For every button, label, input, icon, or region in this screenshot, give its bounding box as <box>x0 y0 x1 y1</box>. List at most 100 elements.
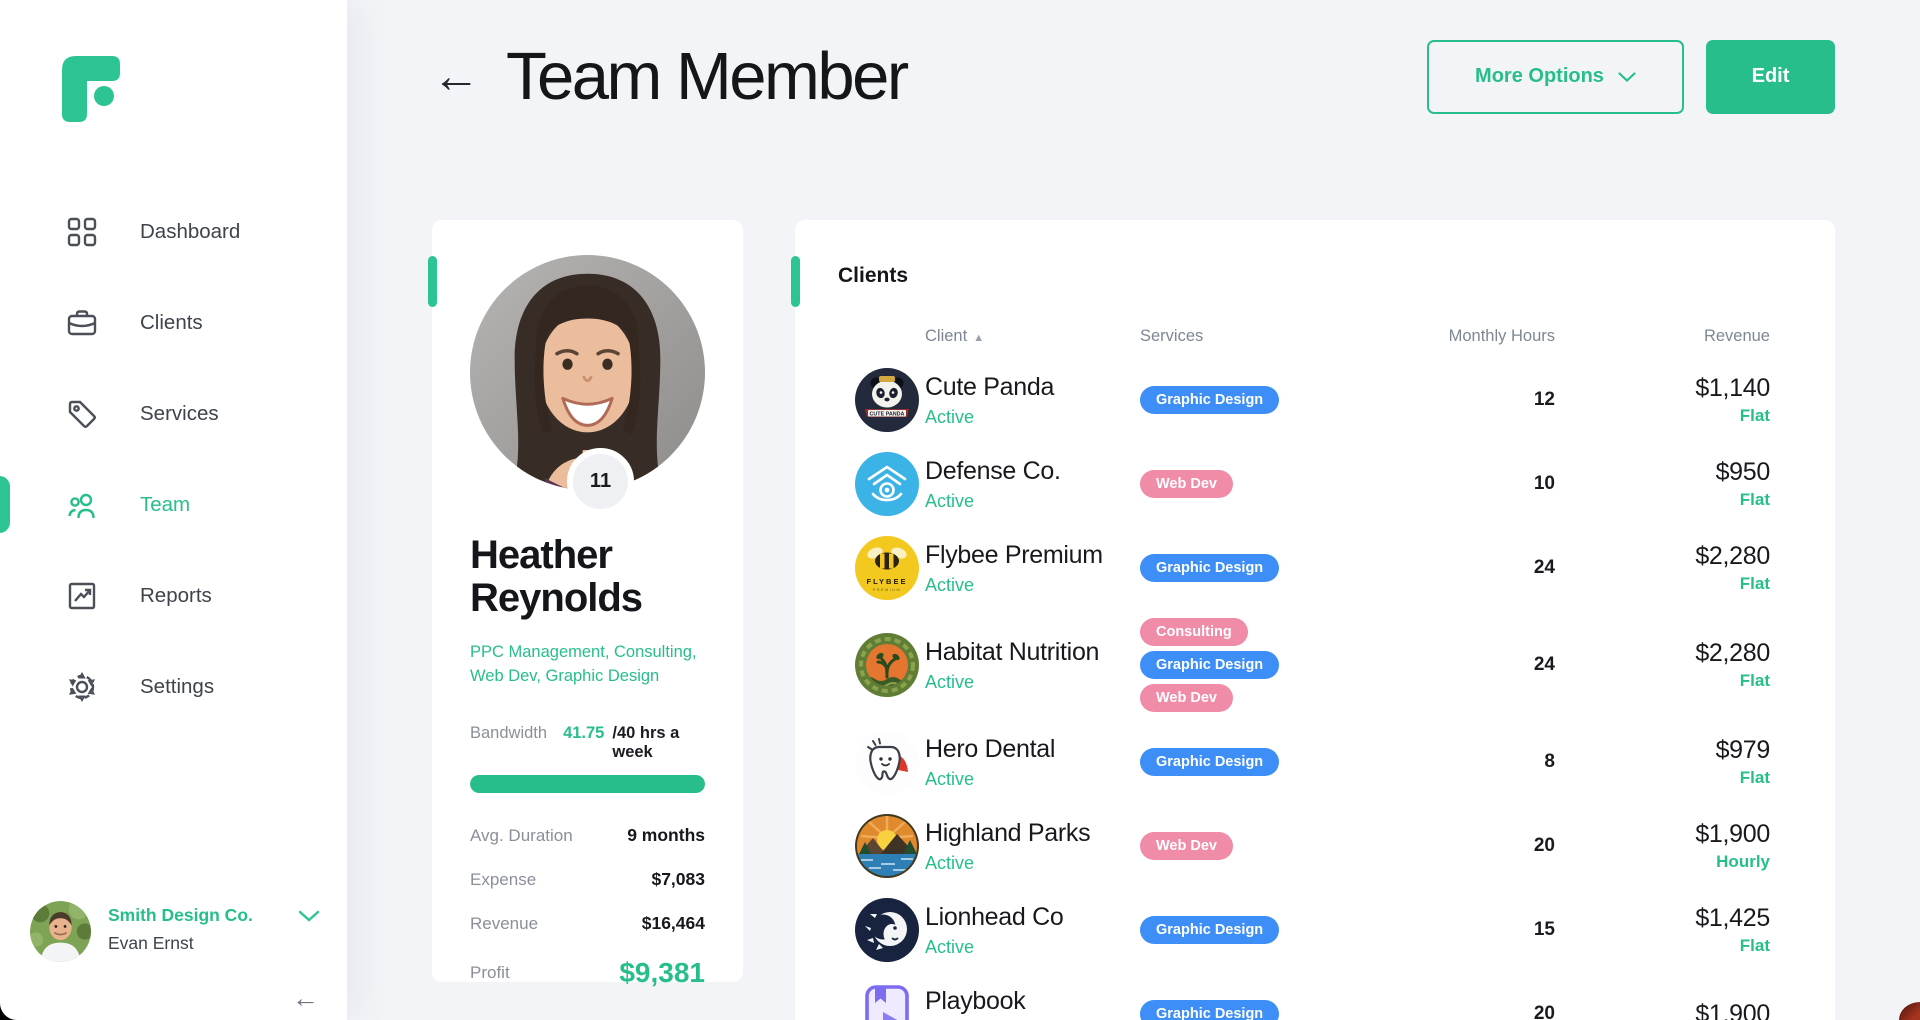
sidebar-collapse-button[interactable]: ← <box>292 985 319 1012</box>
sort-asc-icon: ▲ <box>973 332 984 344</box>
client-name: Playbook <box>925 987 1140 1016</box>
service-badges: ConsultingGraphic DesignWeb Dev <box>1140 610 1405 720</box>
workspace-company: Smith Design Co. <box>108 905 253 926</box>
table-row[interactable]: Highland Parks Active Web Dev 20 $1,900 … <box>855 804 1770 888</box>
client-logo-plant-icon <box>855 633 919 697</box>
clients-title: Clients <box>838 264 1835 288</box>
revenue-value: $979 <box>1555 736 1770 765</box>
member-services: PPC Management, Consulting, Web Dev, Gra… <box>470 641 705 689</box>
service-badges: Web Dev <box>1140 462 1405 506</box>
back-button[interactable]: ← <box>432 53 480 101</box>
revenue-rate-label: Flat <box>1555 490 1770 510</box>
client-logo-bee-icon: FLYBEE PREMIUM <box>855 536 919 600</box>
member-name: Heather Reynolds <box>470 534 705 620</box>
service-badges: Graphic Design <box>1140 740 1405 784</box>
column-header-monthly-hours[interactable]: Monthly Hours <box>1405 327 1555 346</box>
tag-icon <box>66 398 98 430</box>
card-accent-bar <box>791 256 800 307</box>
service-badges: Graphic Design <box>1140 992 1405 1020</box>
client-status: Active <box>925 491 1140 512</box>
table-row[interactable]: CUTE PANDA Cute Panda Active Graphic Des… <box>855 358 1770 442</box>
sidebar-item-team[interactable]: Team <box>0 459 347 550</box>
bandwidth-row: Bandwidth 41.75 /40 hrs a week <box>470 724 705 762</box>
revenue-rate-label: Flat <box>1555 574 1770 594</box>
bandwidth-label: Bandwidth <box>470 724 547 743</box>
client-logo-panda-icon: CUTE PANDA <box>855 368 919 432</box>
service-badge: Web Dev <box>1140 470 1233 498</box>
client-name: Hero Dental <box>925 735 1140 764</box>
clients-table-header: Client▲ Services Monthly Hours Revenue <box>855 314 1770 358</box>
page-header: ← Team Member More Options Edit <box>432 38 1835 115</box>
revenue-value: $950 <box>1555 458 1770 487</box>
stat-revenue: Revenue $16,464 <box>470 913 705 934</box>
monthly-hours-value: 15 <box>1405 919 1555 941</box>
client-name: Defense Co. <box>925 457 1140 486</box>
chevron-down-icon[interactable] <box>298 909 320 927</box>
clients-table-body: CUTE PANDA Cute Panda Active Graphic Des… <box>855 358 1770 1020</box>
client-logo-tooth-icon <box>855 730 919 794</box>
table-row[interactable]: FLYBEE PREMIUM Flybee Premium Active Gra… <box>855 526 1770 610</box>
table-row[interactable]: Hero Dental Active Graphic Design 8 $979… <box>855 720 1770 804</box>
svg-text:CUTE PANDA: CUTE PANDA <box>870 411 905 417</box>
monthly-hours-value: 8 <box>1405 751 1555 773</box>
column-header-client[interactable]: Client▲ <box>925 327 1140 346</box>
sidebar-item-label: Reports <box>140 584 212 608</box>
sidebar-item-services[interactable]: Services <box>0 368 347 459</box>
service-badges: Graphic Design <box>1140 546 1405 590</box>
sidebar-item-dashboard[interactable]: Dashboard <box>0 186 347 277</box>
sidebar: Dashboard Clients Services <box>0 0 347 1020</box>
more-options-button[interactable]: More Options <box>1427 40 1684 114</box>
member-photo: 11 <box>470 255 705 490</box>
service-badges: Graphic Design <box>1140 378 1405 422</box>
service-badge: Graphic Design <box>1140 386 1279 414</box>
revenue-value: $1,425 <box>1555 904 1770 933</box>
sidebar-item-label: Team <box>140 493 190 517</box>
dashboard-icon <box>66 216 98 248</box>
card-accent-bar <box>428 256 437 307</box>
sidebar-item-label: Dashboard <box>140 220 240 244</box>
bandwidth-value: 41.75 <box>563 724 604 743</box>
monthly-hours-value: 20 <box>1405 835 1555 857</box>
table-row[interactable]: Lionhead Co Active Graphic Design 15 $1,… <box>855 888 1770 972</box>
client-status: Active <box>925 769 1140 790</box>
column-header-revenue[interactable]: Revenue <box>1555 327 1770 346</box>
service-badge: Graphic Design <box>1140 554 1279 582</box>
service-badge: Graphic Design <box>1140 916 1279 944</box>
sidebar-item-clients[interactable]: Clients <box>0 277 347 368</box>
table-row[interactable]: Playbook Active Graphic Design 20 $1,900 <box>855 972 1770 1020</box>
sidebar-item-label: Clients <box>140 311 203 335</box>
screen-corner-bottom-left <box>0 1003 17 1020</box>
active-indicator <box>0 476 10 533</box>
client-logo-park-icon <box>855 814 919 878</box>
monthly-hours-value: 24 <box>1405 654 1555 676</box>
team-member-profile-card: 11 Heather Reynolds PPC Management, Cons… <box>432 220 743 982</box>
client-status: Active <box>925 853 1140 874</box>
sidebar-item-reports[interactable]: Reports <box>0 550 347 641</box>
edit-button[interactable]: Edit <box>1706 40 1835 114</box>
service-badge: Graphic Design <box>1140 651 1279 679</box>
table-row[interactable]: Habitat Nutrition Active ConsultingGraph… <box>855 610 1770 720</box>
client-logo-lion-icon <box>855 898 919 962</box>
service-badge: Graphic Design <box>1140 748 1279 776</box>
sidebar-nav: Dashboard Clients Services <box>0 186 347 732</box>
chevron-down-icon <box>1618 72 1636 82</box>
client-status: Active <box>925 937 1140 958</box>
revenue-value: $1,900 <box>1555 820 1770 849</box>
bandwidth-progress-fill <box>470 775 705 793</box>
service-badges: Web Dev <box>1140 824 1405 868</box>
more-options-label: More Options <box>1475 65 1604 88</box>
revenue-rate-label: Flat <box>1555 768 1770 788</box>
user-avatar <box>30 901 91 962</box>
app-logo-icon[interactable] <box>62 56 122 127</box>
service-badge: Graphic Design <box>1140 1000 1279 1020</box>
client-name: Cute Panda <box>925 373 1140 402</box>
sidebar-item-settings[interactable]: Settings <box>0 641 347 732</box>
service-badge: Web Dev <box>1140 684 1233 712</box>
column-header-services[interactable]: Services <box>1140 327 1405 346</box>
revenue-rate-label: Flat <box>1555 671 1770 691</box>
client-name: Lionhead Co <box>925 903 1140 932</box>
workspace-switcher[interactable]: Smith Design Co. Evan Ernst <box>30 901 320 962</box>
revenue-value: $1,140 <box>1555 374 1770 403</box>
gear-icon <box>66 671 98 703</box>
table-row[interactable]: Defense Co. Active Web Dev 10 $950 Flat <box>855 442 1770 526</box>
